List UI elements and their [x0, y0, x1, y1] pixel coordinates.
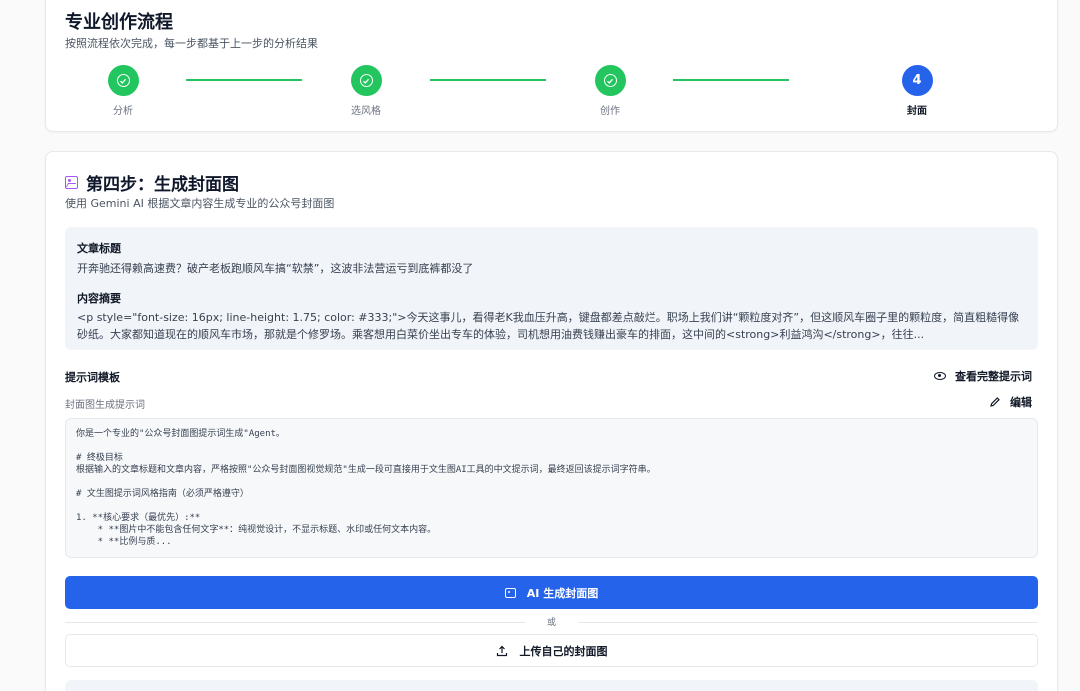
- summary-value: <p style="font-size: 16px; line-height: …: [77, 311, 1020, 341]
- tips-box: [65, 680, 1038, 691]
- article-info-box: 文章标题 开奔驰还得赖高速费？破产老板跑顺风车搞“软禁”，这波非法营运亏到底裤都…: [65, 227, 1038, 350]
- step-style[interactable]: 选风格: [336, 65, 396, 117]
- upload-icon: [496, 645, 507, 656]
- check-circle-icon: [594, 65, 626, 96]
- upload-cover-button[interactable]: 上传自己的封面图: [65, 634, 1038, 667]
- section-header: 第四步：生成封面图: [65, 170, 239, 195]
- step-create[interactable]: 创作: [580, 65, 640, 117]
- step-label: 选风格: [351, 106, 381, 117]
- step-connector: [186, 79, 302, 81]
- or-label: 或: [546, 618, 556, 628]
- image-icon: [504, 587, 516, 598]
- check-circle-icon: [107, 65, 139, 96]
- step-connector: [673, 79, 789, 81]
- prompt-textarea[interactable]: 你是一个专业的"公众号封面图提示词生成"Agent。 # 终极目标 根据输入的文…: [65, 418, 1038, 558]
- eye-icon: [934, 372, 946, 380]
- section-description: 使用 Gemini AI 根据文章内容生成专业的公众号封面图: [65, 197, 335, 210]
- prompt-content: 你是一个专业的"公众号封面图提示词生成"Agent。 # 终极目标 根据输入的文…: [76, 429, 656, 547]
- image-icon: [65, 176, 78, 189]
- step-label: 创作: [600, 106, 620, 117]
- pencil-icon: [990, 397, 1000, 407]
- cover-generation-card: 第四步：生成封面图 使用 Gemini AI 根据文章内容生成专业的公众号封面图…: [45, 151, 1058, 691]
- view-full-prompt-button[interactable]: 查看完整提示词: [934, 368, 1032, 384]
- or-divider: 或: [65, 615, 1038, 629]
- article-title-value: 开奔驰还得赖高速费？破产老板跑顺风车搞“软禁”，这波非法营运亏到底裤都没了: [77, 262, 474, 275]
- article-title-label: 文章标题: [77, 242, 121, 255]
- step-label: 分析: [113, 106, 133, 117]
- ai-generate-label: AI 生成封面图: [526, 586, 599, 600]
- workflow-subtitle: 按照流程依次完成，每一步都基于上一步的分析结果: [65, 37, 318, 50]
- prompt-template-label: 提示词模板: [65, 371, 120, 384]
- check-circle-icon: [350, 65, 382, 96]
- step-cover[interactable]: 4 封面: [887, 65, 947, 117]
- view-full-prompt-label: 查看完整提示词: [955, 370, 1032, 383]
- step-connector: [430, 79, 546, 81]
- workflow-title: 专业创作流程: [65, 12, 173, 33]
- ai-generate-cover-button[interactable]: AI 生成封面图: [65, 576, 1038, 609]
- edit-prompt-button[interactable]: 编辑: [989, 394, 1032, 410]
- step-label: 封面: [907, 106, 927, 117]
- workflow-card: 专业创作流程 按照流程依次完成，每一步都基于上一步的分析结果 分析 选风格 创作…: [45, 0, 1058, 132]
- section-title: 第四步：生成封面图: [86, 175, 239, 195]
- upload-label: 上传自己的封面图: [519, 644, 608, 658]
- step-number: 4: [901, 65, 933, 96]
- summary-label: 内容摘要: [77, 292, 121, 305]
- step-analyze[interactable]: 分析: [93, 65, 153, 117]
- stepper: 分析 选风格 创作 4 封面: [46, 65, 1057, 125]
- edit-label: 编辑: [1010, 396, 1032, 409]
- prompt-sub-label: 封面图生成提示词: [65, 400, 145, 411]
